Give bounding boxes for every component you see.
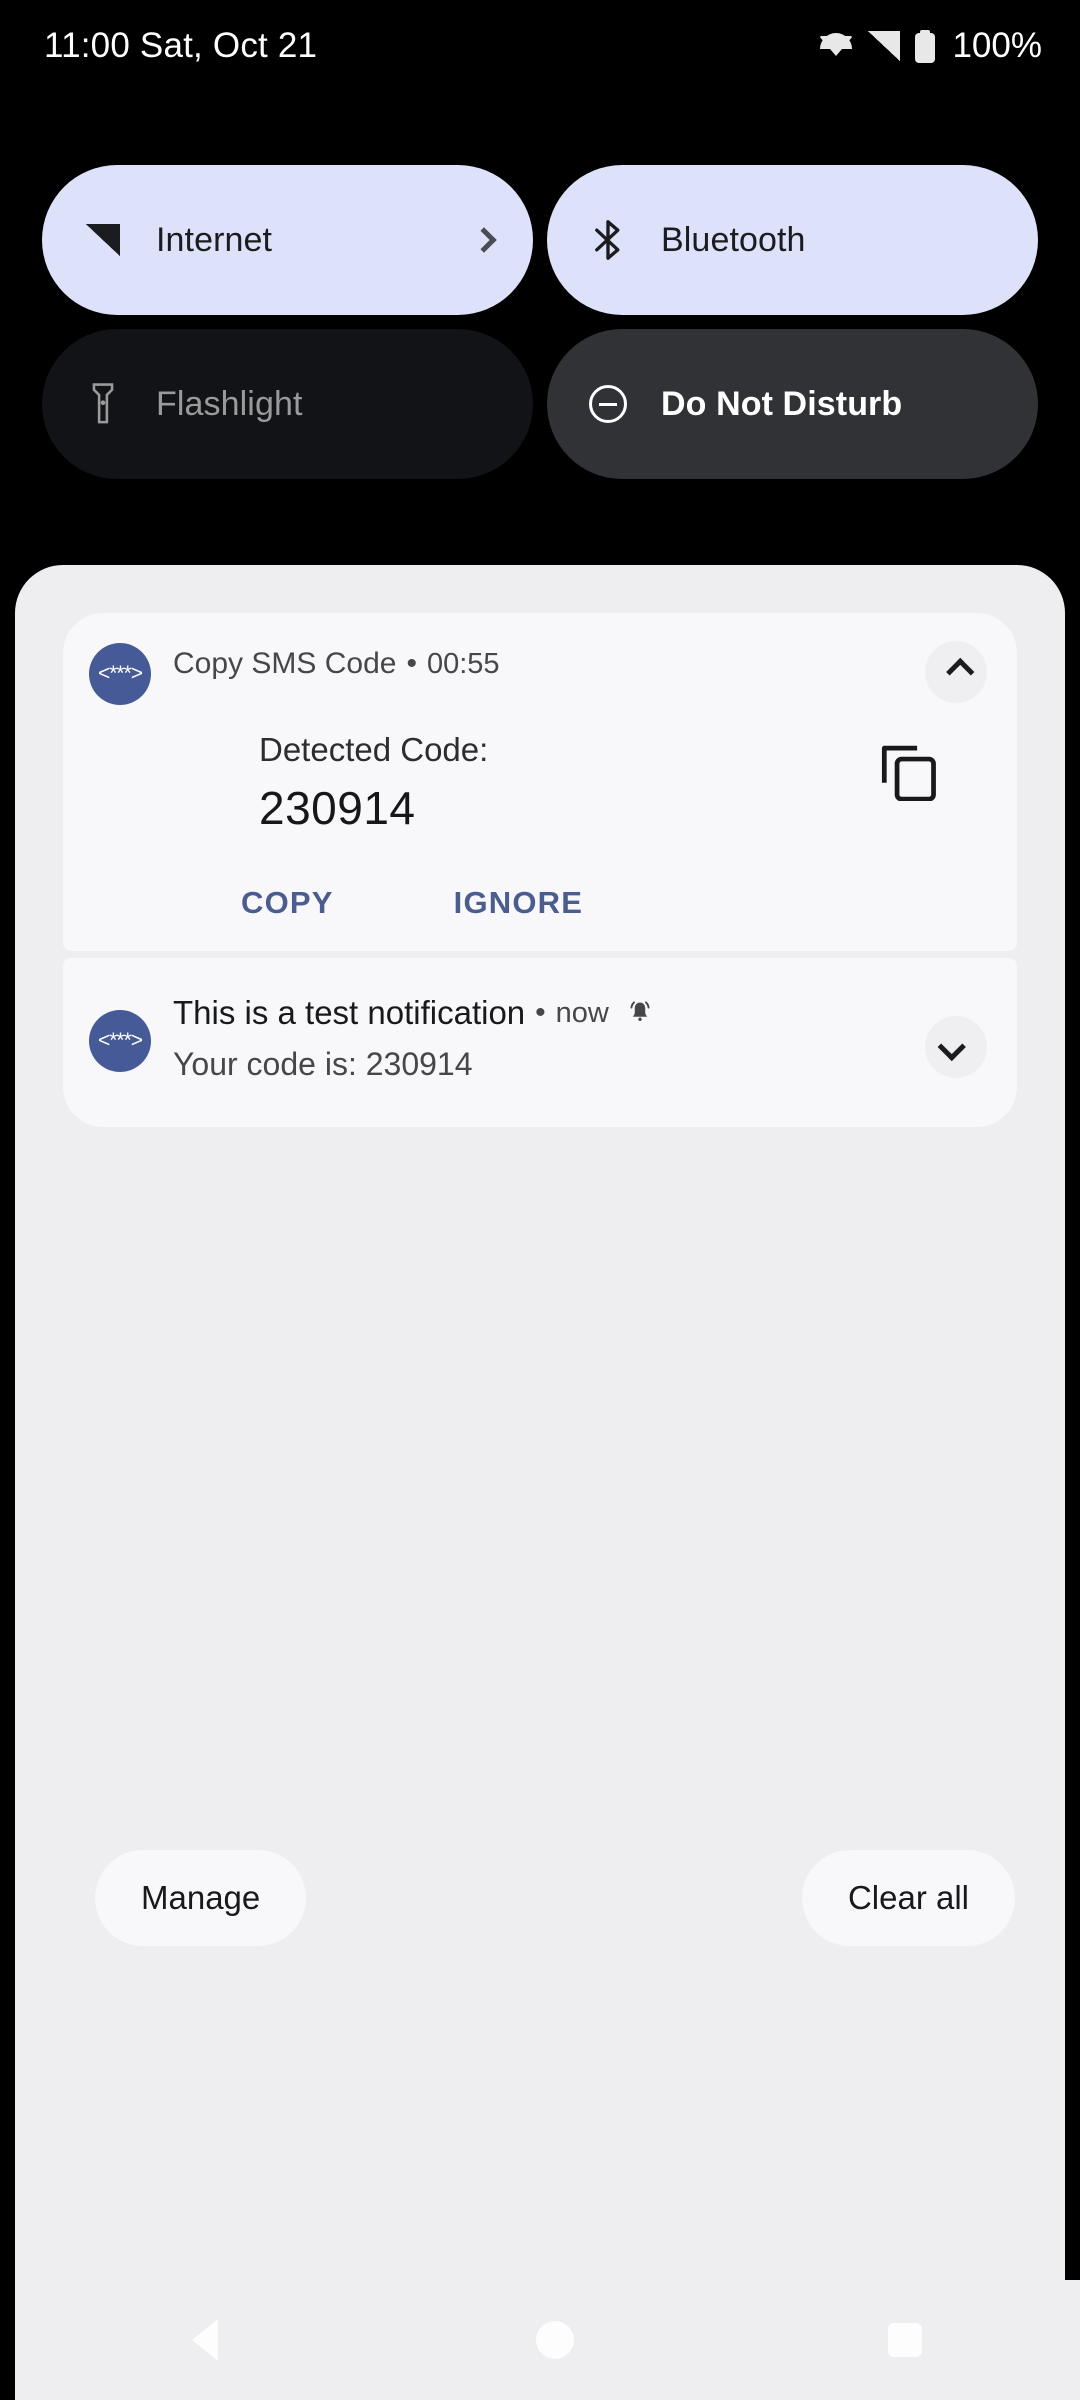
collapse-button[interactable] [925,641,987,703]
back-triangle-icon [192,2319,218,2361]
clear-all-button[interactable]: Clear all [801,1850,1015,1946]
navigation-bar [30,2280,1080,2400]
notification-header: This is a test notification • now [63,994,1017,1032]
qs-tile-internet-label: Internet [156,220,273,259]
wifi-icon [819,29,854,63]
detected-code-block: Detected Code: 230914 [63,731,1017,835]
notification-shade-panel: <***> Copy SMS Code • 00:55 Detected Cod… [15,565,1080,2400]
chevron-down-icon [937,1032,966,1062]
cellular-signal-icon [868,31,901,61]
chevron-up-icon [946,657,975,687]
notification-copy-sms-code[interactable]: <***> Copy SMS Code • 00:55 Detected Cod… [63,613,1017,951]
notification-timestamp: now [555,996,609,1029]
notification-app-name: Copy SMS Code [173,647,397,680]
notification-header: Copy SMS Code • 00:55 [63,647,1017,681]
expand-button[interactable] [925,1016,987,1078]
sms-code-app-icon-glyph: <***> [97,1029,143,1052]
qs-tile-internet[interactable]: Internet [42,165,533,315]
notification-separator: • [406,647,417,680]
chevron-right-icon[interactable] [471,227,497,253]
notification-separator: • [535,996,546,1029]
notification-actions: COPY IGNORE [63,885,1017,921]
bell-icon [625,998,655,1028]
recents-square-icon [888,2323,922,2357]
manage-button[interactable]: Manage [95,1850,307,1946]
notification-body: Your code is: 230914 [173,1046,473,1082]
notification-title: This is a test notification [173,994,526,1031]
notification-test[interactable]: <***> This is a test notification • now [63,958,1017,1127]
circle-minus-icon [585,385,631,423]
signal-triangle-icon [80,224,126,256]
android-notification-shade-screen: 11:00 Sat, Oct 21 100% Internet Bluetoot… [0,0,1080,2400]
shade-footer: Manage Clear all [95,1850,1015,1946]
sms-code-app-icon: <***> [89,643,151,705]
copy-icon[interactable] [877,739,939,802]
flashlight-icon [80,382,126,426]
qs-tile-flashlight[interactable]: Flashlight [42,329,533,479]
bluetooth-icon [585,219,631,261]
battery-icon [915,29,936,63]
notification-timestamp: 00:55 [426,647,500,680]
quick-settings-grid: Internet Bluetooth Flashlight Do Not Dis… [42,165,1038,479]
qs-tile-do-not-disturb[interactable]: Do Not Disturb [547,329,1038,479]
detected-code-label: Detected Code: [259,731,489,768]
back-button[interactable] [115,2280,295,2400]
status-bar-clock: 11:00 Sat, Oct 21 [44,26,318,65]
qs-tile-do-not-disturb-label: Do Not Disturb [661,384,903,423]
qs-tile-flashlight-label: Flashlight [156,384,303,423]
ignore-button[interactable]: IGNORE [454,885,584,921]
sms-code-app-icon: <***> [89,1010,151,1072]
battery-percent-label: 100% [952,26,1042,65]
copy-button[interactable]: COPY [241,885,334,921]
recents-button[interactable] [815,2280,995,2400]
detected-code-value: 230914 [259,782,416,834]
sms-code-app-icon-glyph: <***> [97,662,143,685]
qs-tile-bluetooth[interactable]: Bluetooth [547,165,1038,315]
home-circle-icon [536,2321,574,2359]
status-bar-icons: 100% [819,26,1042,66]
notification-stack: <***> Copy SMS Code • 00:55 Detected Cod… [63,613,1017,1127]
qs-tile-bluetooth-label: Bluetooth [661,220,806,259]
home-button[interactable] [465,2280,645,2400]
status-bar: 11:00 Sat, Oct 21 100% [0,0,1080,92]
